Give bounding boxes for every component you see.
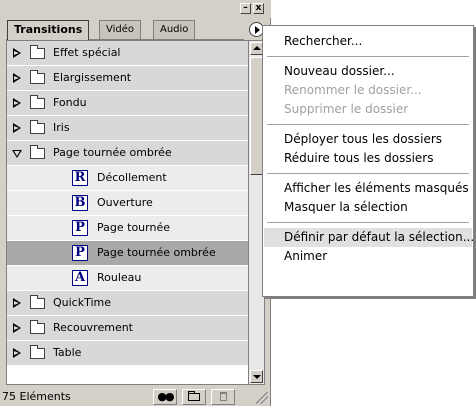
menu-item[interactable]: Définir par défaut la sélection... — [264, 228, 474, 247]
transition-folder[interactable]: Iris — [7, 116, 250, 141]
menu-separator — [267, 222, 469, 223]
transition-icon: P — [72, 245, 88, 261]
find-button[interactable]: ●● — [153, 389, 177, 405]
transition-folder[interactable]: Fondu — [7, 91, 250, 116]
menu-item: Supprimer le dossier — [284, 102, 409, 116]
disclosure-collapsed-icon[interactable] — [12, 298, 22, 309]
folder-icon — [30, 70, 45, 84]
transition-folder[interactable]: QuickTime — [7, 291, 250, 316]
menu-item[interactable]: Réduire tous les dossiers — [264, 149, 472, 168]
transition-folder[interactable]: Effet spécial — [7, 41, 250, 66]
folder-icon — [188, 391, 200, 401]
menu-item: Renommer le dossier... — [284, 83, 422, 97]
menu-separator — [267, 56, 469, 57]
disclosure-collapsed-icon[interactable] — [12, 48, 22, 59]
palette-titlebar: – x — [0, 0, 271, 18]
transition-icon: P — [72, 220, 88, 236]
disclosure-expanded-icon[interactable] — [12, 148, 22, 159]
disclosure-collapsed-icon[interactable] — [12, 323, 22, 334]
row-label: Elargissement — [53, 71, 132, 84]
folder-icon — [30, 345, 45, 359]
row-label: Décollement — [97, 171, 167, 184]
resize-grip-icon[interactable] — [256, 392, 268, 404]
menu-separator — [267, 124, 469, 125]
menu-item[interactable]: Afficher les éléments masqués — [264, 179, 472, 198]
transitions-list-frame: Effet spécial Elargissement Fondu Iris Page … — [6, 40, 265, 385]
transition-icon: A — [72, 270, 88, 286]
minimize-button[interactable]: – — [240, 3, 251, 14]
row-label: QuickTime — [53, 296, 112, 309]
new-folder-button[interactable] — [182, 389, 206, 405]
transitions-palette: – x Transitions Vidéo Audio Effet spécia… — [0, 0, 271, 406]
folder-icon — [30, 295, 45, 309]
transitions-list: Effet spécial Elargissement Fondu Iris Page … — [7, 41, 250, 366]
item-count: 75 Eléments — [2, 390, 71, 403]
transition-folder[interactable]: Recouvrement — [7, 316, 250, 341]
menu-item[interactable]: Déployer tous les dossiers — [264, 130, 472, 149]
trash-icon — [219, 392, 227, 401]
close-button[interactable]: x — [253, 3, 264, 14]
row-label: Effet spécial — [53, 46, 121, 59]
menu-item[interactable]: Rechercher... — [264, 32, 472, 51]
binoculars-icon: ●● — [157, 390, 174, 403]
menu-item[interactable]: Nouveau dossier... — [264, 62, 472, 81]
transition-icon: R — [72, 170, 88, 186]
transition-item[interactable]: P Page tournée — [7, 216, 250, 241]
folder-icon — [30, 320, 45, 334]
row-label: Fondu — [53, 96, 87, 109]
tab-transitions[interactable]: Transitions — [7, 20, 90, 40]
transition-item[interactable]: B Ouverture — [7, 191, 250, 216]
transition-folder[interactable]: Elargissement — [7, 66, 250, 91]
scroll-down-arrow-icon[interactable] — [250, 370, 263, 383]
folder-icon — [30, 120, 45, 134]
row-label: Ouverture — [97, 196, 153, 209]
delete-button[interactable] — [211, 389, 235, 405]
palette-context-menu: Rechercher... Nouveau dossier... Renommer … — [262, 25, 474, 297]
disclosure-collapsed-icon[interactable] — [12, 123, 22, 134]
row-label: Table — [53, 346, 82, 359]
folder-icon — [30, 95, 45, 109]
row-label: Recouvrement — [53, 321, 133, 334]
palette-status-bar: 75 Eléments ●● — [0, 388, 271, 406]
menu-separator — [267, 173, 469, 174]
row-label: Page tournée — [97, 221, 170, 234]
row-label: Page tournée ombrée — [53, 146, 172, 159]
transition-folder[interactable]: Page tournée ombrée — [7, 141, 250, 166]
transition-item[interactable]: A Rouleau — [7, 266, 250, 291]
row-label: Page tournée ombrée — [97, 246, 216, 259]
disclosure-collapsed-icon[interactable] — [12, 73, 22, 84]
disclosure-collapsed-icon[interactable] — [12, 348, 22, 359]
transition-folder[interactable]: Table — [7, 341, 250, 366]
transition-item[interactable]: R Décollement — [7, 166, 250, 191]
row-label: Rouleau — [97, 271, 142, 284]
folder-icon — [30, 45, 45, 59]
menu-item[interactable]: Masquer la sélection — [264, 198, 472, 217]
tab-video[interactable]: Vidéo — [99, 20, 142, 39]
disclosure-collapsed-icon[interactable] — [12, 98, 22, 109]
folder-icon — [30, 145, 45, 159]
menu-item[interactable]: Animer — [264, 247, 472, 266]
row-label: Iris — [53, 121, 70, 134]
transition-item[interactable]: P Page tournée ombrée — [7, 241, 250, 266]
tab-audio[interactable]: Audio — [153, 20, 196, 39]
transition-icon: B — [72, 195, 88, 211]
